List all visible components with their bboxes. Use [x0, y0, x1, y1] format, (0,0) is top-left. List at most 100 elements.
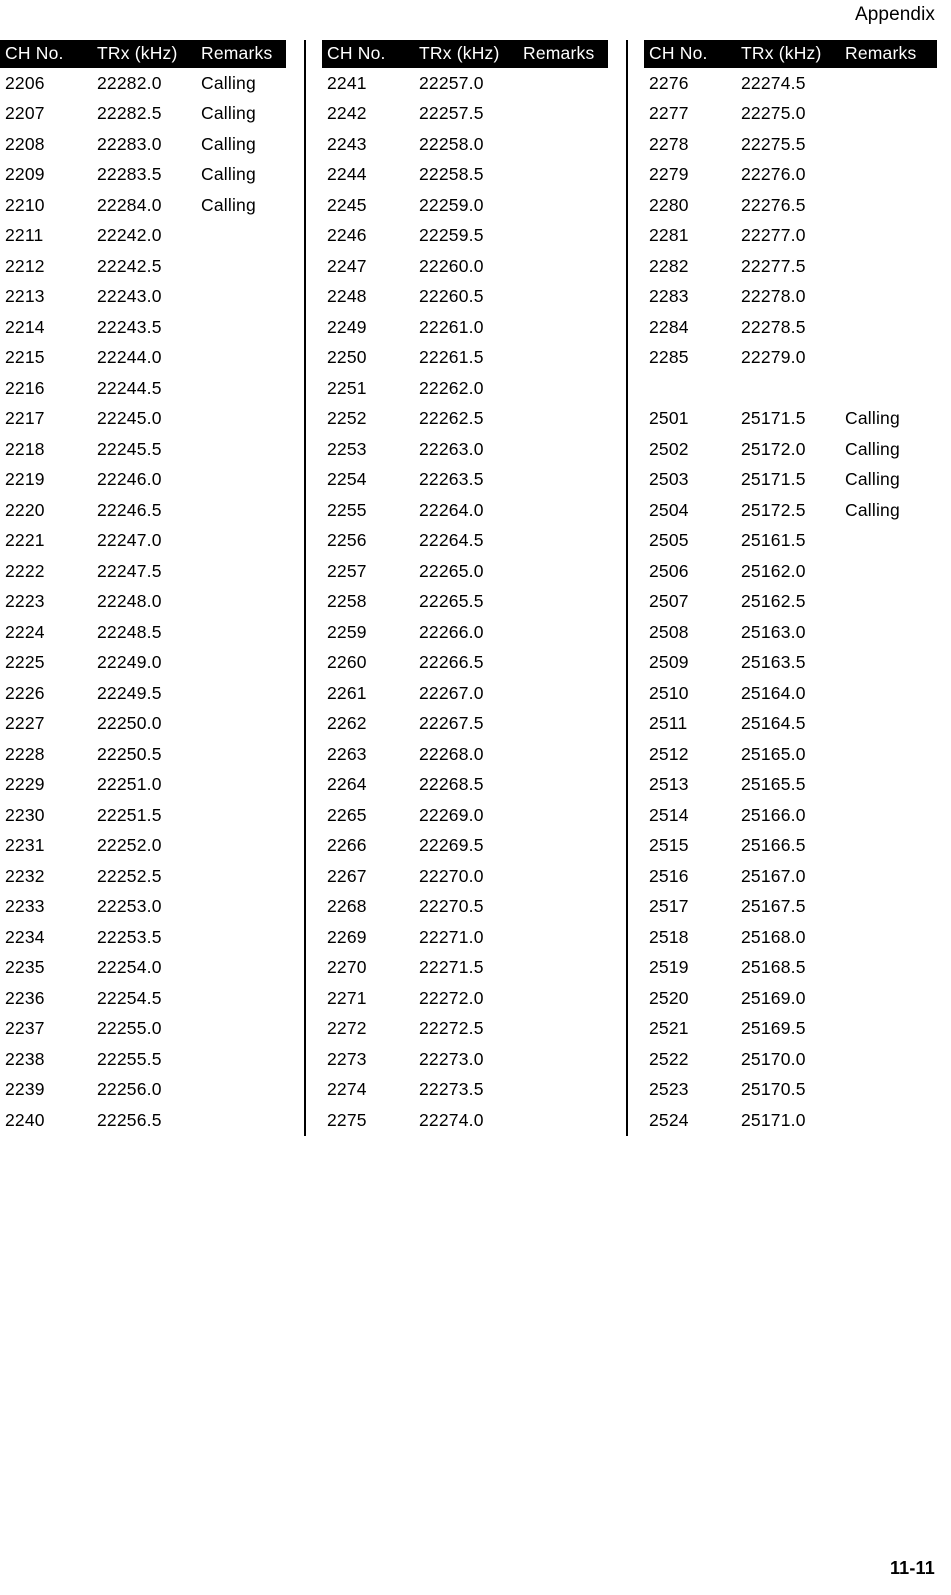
table-row: 2518 25168.0: [644, 922, 937, 953]
cell-ch-no: 2215: [5, 347, 45, 367]
cell-ch-no: 2255: [327, 499, 367, 520]
table-row: 2279 22276.0: [644, 160, 937, 191]
table-row: 2227 22250.0: [0, 709, 286, 740]
table-row: 2519 25168.5: [644, 953, 937, 984]
column-header-trx: TRx (kHz): [737, 40, 844, 68]
table-row: 2228 22250.5: [0, 739, 286, 770]
cell-ch-no: 2213: [5, 286, 45, 306]
cell-ch-no: 2228: [5, 743, 45, 764]
cell-ch-no: 2206: [5, 72, 45, 93]
table-row: 2523 25170.5: [644, 1075, 937, 1106]
cell-trx: 22283.5: [97, 164, 162, 184]
cell-trx: 22274.5: [741, 72, 806, 93]
cell-ch-no: 2223: [5, 591, 45, 611]
cell-trx: 22243.0: [97, 286, 162, 306]
cell-remarks: Calling: [845, 469, 900, 489]
cell-trx: 22268.5: [419, 774, 484, 794]
table-row: 2281 22277.0: [644, 221, 937, 252]
cell-remarks: [844, 282, 937, 313]
table-row: 2247 22260.0: [322, 251, 608, 282]
cell-ch-no: 2257: [327, 560, 367, 581]
cell-remarks: [522, 1014, 608, 1045]
cell-ch-no: 2249: [327, 316, 367, 337]
cell-trx: 22277.0: [741, 225, 806, 245]
table-row: 2235 22254.0: [0, 953, 286, 984]
cell-remarks: [522, 465, 608, 496]
cell-remarks: [522, 251, 608, 282]
cell-ch-no: 2225: [5, 652, 45, 672]
table-row: 2246 22259.5: [322, 221, 608, 252]
cell-trx: 22268.0: [419, 743, 484, 764]
cell-remarks: Calling: [201, 103, 256, 123]
cell-ch-no: 2511: [649, 713, 688, 733]
cell-ch-no: 2513: [649, 774, 689, 794]
cell-trx: 25167.5: [741, 896, 806, 916]
cell-remarks: [844, 953, 937, 984]
cell-remarks: [200, 922, 286, 953]
cell-remarks: Calling: [845, 438, 900, 459]
cell-remarks: [522, 983, 608, 1014]
table-row: 2207 22282.5 Calling: [0, 99, 286, 130]
cell-trx: 22243.5: [97, 316, 162, 337]
cell-remarks: [844, 160, 937, 191]
cell-ch-no: 2242: [327, 103, 367, 123]
cell-trx: 22261.0: [419, 316, 484, 337]
cell-trx: 22257.5: [419, 103, 484, 123]
cell-remarks: [522, 1075, 608, 1106]
table-row: 2241 22257.0: [322, 68, 608, 99]
table-row: 2224 22248.5: [0, 617, 286, 648]
cell-ch-no: 2276: [649, 72, 689, 93]
cell-trx: 22248.5: [97, 621, 162, 642]
cell-remarks: [200, 434, 286, 465]
cell-trx: 22269.5: [419, 835, 484, 855]
cell-trx: 22244.5: [97, 377, 162, 398]
table-row: 2234 22253.5: [0, 922, 286, 953]
cell-remarks: [844, 587, 937, 618]
channel-table-column-2-wrap: CH No. TRx (kHz) Remarks 2241 22257.0 2242…: [322, 40, 608, 1136]
table-row: 2520 25169.0: [644, 983, 937, 1014]
cell-remarks: [200, 251, 286, 282]
cell-empty: [644, 373, 737, 404]
table-row: 2236 22254.5: [0, 983, 286, 1014]
cell-ch-no: 2272: [327, 1018, 367, 1038]
cell-empty: [737, 373, 844, 404]
cell-remarks: [522, 709, 608, 740]
table-row: 2237 22255.0: [0, 1014, 286, 1045]
table-row: 2272 22272.5: [322, 1014, 608, 1045]
column-header-remarks: Remarks: [844, 40, 937, 68]
cell-trx: 22262.0: [419, 377, 484, 398]
table-row: 2222 22247.5: [0, 556, 286, 587]
cell-ch-no: 2516: [649, 865, 689, 886]
table-row: 2261 22267.0: [322, 678, 608, 709]
cell-remarks: [522, 312, 608, 343]
cell-ch-no: 2519: [649, 957, 689, 977]
cell-ch-no: 2234: [5, 926, 45, 947]
table-row: 2249 22261.0: [322, 312, 608, 343]
cell-trx: 22266.5: [419, 652, 484, 672]
cell-ch-no: 2212: [5, 255, 45, 276]
cell-remarks: [200, 861, 286, 892]
cell-remarks: [844, 99, 937, 130]
table-row: 2220 22246.5: [0, 495, 286, 526]
table-body: 2206 22282.0 Calling 2207 22282.5 Calling 2208…: [0, 68, 286, 1136]
cell-ch-no: 2510: [649, 682, 689, 703]
cell-ch-no: 2283: [649, 286, 689, 306]
table-body: 2241 22257.0 2242 22257.5 2243 22258.0 2244 222…: [322, 68, 608, 1136]
cell-ch-no: 2232: [5, 865, 45, 886]
page-number-label: 11-11: [889, 1558, 935, 1578]
table-row: 2214 22243.5: [0, 312, 286, 343]
cell-trx: 25172.0: [741, 438, 806, 459]
cell-remarks: [522, 1105, 608, 1136]
cell-trx: 22251.5: [97, 804, 162, 825]
cell-remarks: [200, 221, 286, 252]
cell-trx: 25171.0: [741, 1109, 806, 1130]
cell-remarks: [522, 99, 608, 130]
cell-remarks: [522, 404, 608, 435]
channel-table-column-1: CH No. TRx (kHz) Remarks 2206 22282.0 Call…: [0, 40, 286, 1136]
table-row: 2252 22262.5: [322, 404, 608, 435]
cell-trx: 22267.5: [419, 713, 484, 733]
table-row: 2206 22282.0 Calling: [0, 68, 286, 99]
table-row: 2504 25172.5 Calling: [644, 495, 937, 526]
cell-ch-no: 2505: [649, 530, 689, 550]
cell-remarks: [522, 892, 608, 923]
